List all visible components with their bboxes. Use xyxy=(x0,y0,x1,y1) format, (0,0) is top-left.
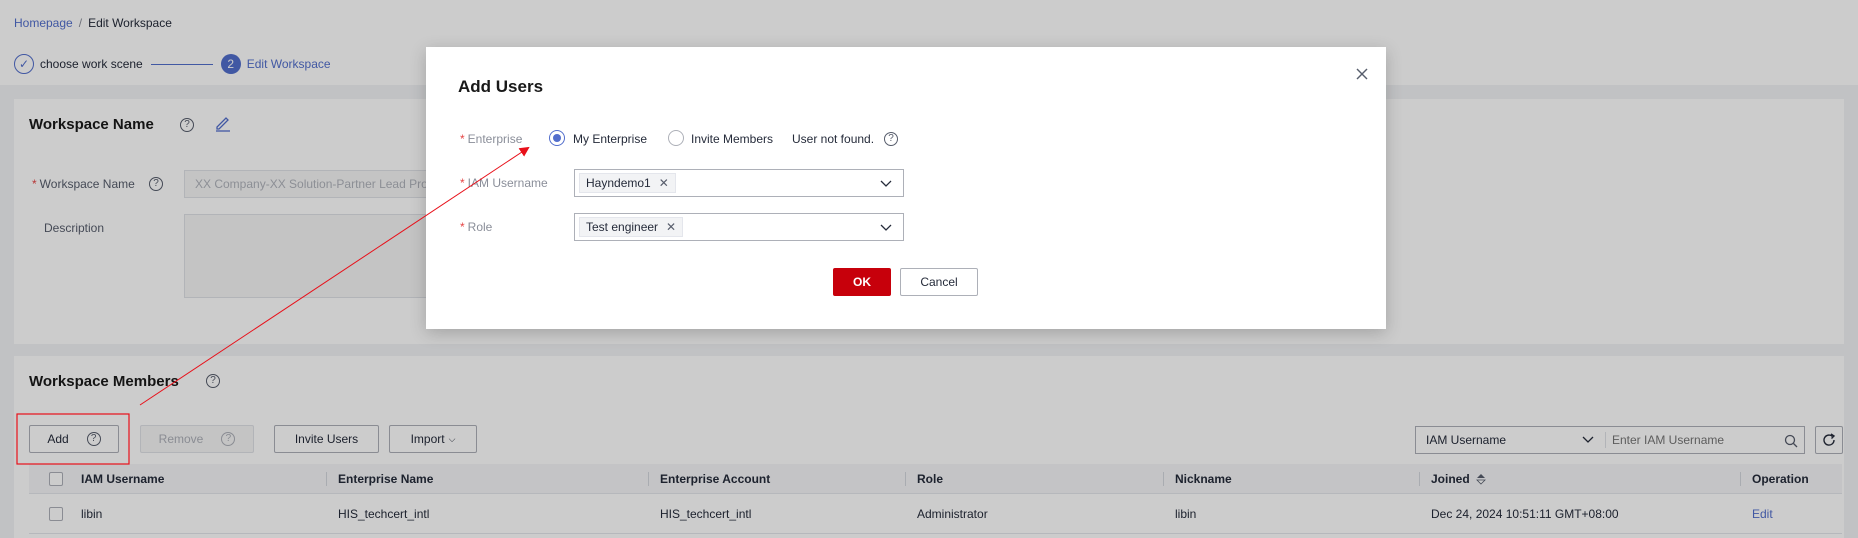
user-not-found-help-icon[interactable]: ? xyxy=(884,132,898,146)
iam-username-tag: Hayndemo1 ✕ xyxy=(579,173,676,193)
invite-members-label[interactable]: Invite Members xyxy=(691,132,773,146)
invite-members-radio[interactable] xyxy=(668,130,684,146)
close-icon[interactable] xyxy=(1353,65,1371,83)
my-enterprise-radio[interactable] xyxy=(549,130,565,146)
add-users-dialog: Add Users * Enterprise My Enterprise Invi… xyxy=(426,47,1386,329)
role-tag: Test engineer ✕ xyxy=(579,217,684,237)
dialog-title: Add Users xyxy=(458,77,544,96)
tag-remove-icon[interactable]: ✕ xyxy=(659,174,669,192)
my-enterprise-label[interactable]: My Enterprise xyxy=(573,132,647,146)
role-tag-text: Test engineer xyxy=(586,220,659,234)
role-select[interactable]: Test engineer ✕ xyxy=(574,213,904,241)
cancel-button[interactable]: Cancel xyxy=(900,268,978,296)
role-label: * Role xyxy=(460,220,493,234)
tag-remove-icon[interactable]: ✕ xyxy=(666,218,676,236)
enterprise-label: * Enterprise xyxy=(460,132,523,146)
iam-username-select[interactable]: Hayndemo1 ✕ xyxy=(574,169,904,197)
iam-username-tag-text: Hayndemo1 xyxy=(586,176,651,190)
chevron-down-icon[interactable] xyxy=(880,224,892,232)
iam-username-label: * IAM Username xyxy=(460,176,548,190)
ok-button[interactable]: OK xyxy=(833,268,891,296)
chevron-down-icon[interactable] xyxy=(880,180,892,188)
user-not-found-text: User not found. xyxy=(792,132,875,146)
